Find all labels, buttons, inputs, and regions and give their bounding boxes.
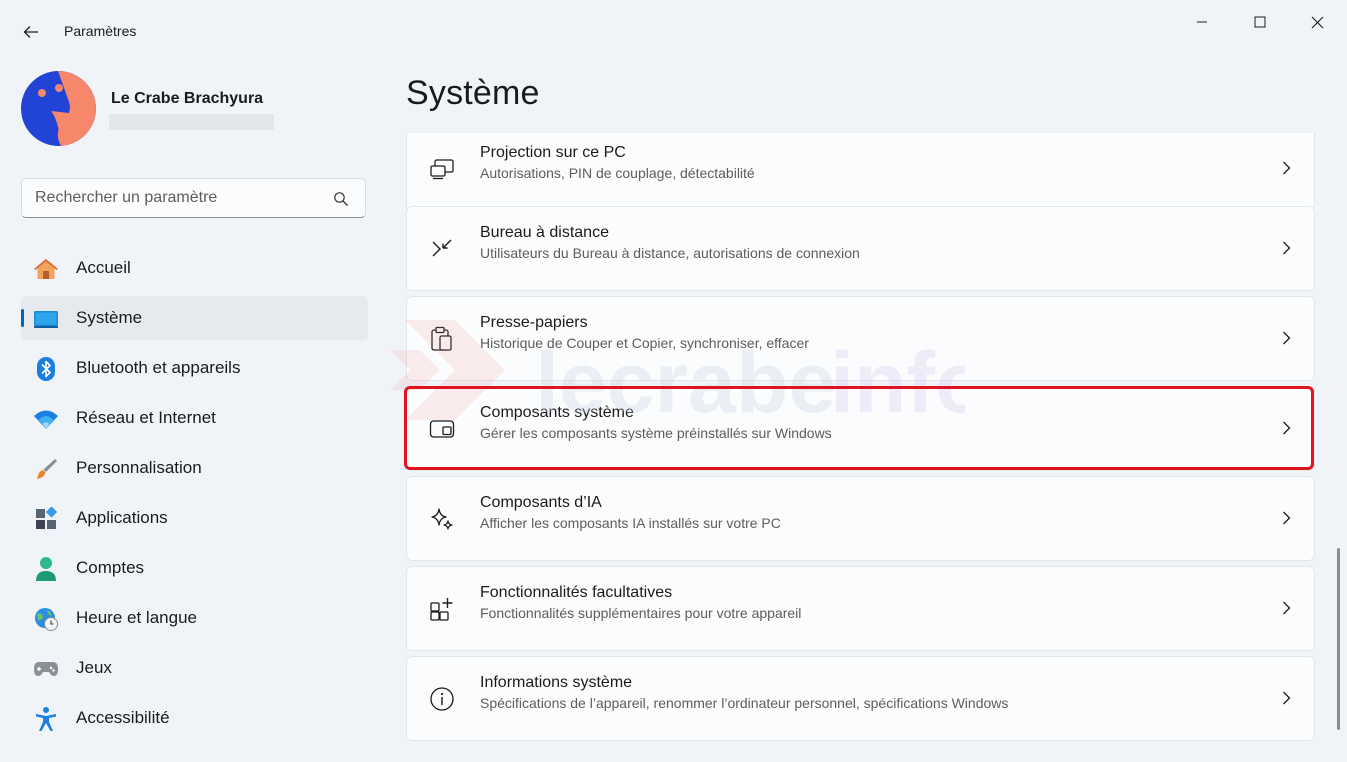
settings-card-informations-systeme[interactable]: Informations système Spécifications de l… <box>406 656 1315 741</box>
sidebar-item-heure-langue[interactable]: Heure et langue <box>21 596 368 640</box>
settings-list: Projection sur ce PC Autorisations, PIN … <box>406 133 1315 762</box>
sidebar-item-applications[interactable]: Applications <box>21 496 368 540</box>
settings-card-fonctionnalites-facultatives[interactable]: Fonctionnalités facultatives Fonctionnal… <box>406 566 1315 651</box>
sidebar-item-label: Bluetooth et appareils <box>76 358 241 377</box>
projection-icon <box>427 154 457 184</box>
back-button[interactable] <box>16 18 46 46</box>
card-description: Utilisateurs du Bureau à distance, autor… <box>480 245 860 261</box>
sidebar-item-label: Applications <box>76 508 168 527</box>
sidebar-item-label: Accueil <box>76 258 131 277</box>
system-components-icon <box>427 414 457 444</box>
card-description: Autorisations, PIN de couplage, détectab… <box>480 165 755 181</box>
close-icon <box>1311 16 1323 28</box>
card-description: Gérer les composants système préinstallé… <box>480 425 832 441</box>
search-box[interactable] <box>21 178 366 218</box>
maximize-icon <box>1254 16 1266 28</box>
search-input[interactable] <box>35 179 325 217</box>
crab-avatar-icon <box>21 71 96 146</box>
card-title: Fonctionnalités facultatives <box>480 584 673 601</box>
chevron-right-icon <box>1283 241 1291 255</box>
card-description: Afficher les composants IA installés sur… <box>480 515 781 531</box>
globe-clock-icon <box>33 606 59 632</box>
info-icon <box>427 684 457 714</box>
sidebar-item-label: Réseau et Internet <box>76 408 216 427</box>
chevron-right-icon <box>1283 421 1291 435</box>
page-title: Système <box>406 74 540 112</box>
remote-desktop-icon <box>427 234 457 264</box>
card-title: Informations système <box>480 674 633 691</box>
gamepad-icon <box>33 656 59 682</box>
sparkle-icon <box>427 504 457 534</box>
back-arrow-icon <box>23 26 38 38</box>
sidebar-item-label: Comptes <box>76 558 145 577</box>
sidebar-item-systeme[interactable]: Système <box>21 296 368 340</box>
sidebar-item-accueil[interactable]: Accueil <box>21 246 368 290</box>
minimize-icon <box>1197 21 1207 23</box>
card-title: Presse-papiers <box>480 314 588 331</box>
sidebar-item-label: Jeux <box>76 658 112 677</box>
accessibility-icon <box>33 706 59 732</box>
chevron-right-icon <box>1283 511 1291 525</box>
window-title: Paramètres <box>64 23 137 39</box>
card-description: Historique de Couper et Copier, synchron… <box>480 335 809 351</box>
sidebar-item-jeux[interactable]: Jeux <box>21 646 368 690</box>
sidebar-item-label: Personnalisation <box>76 458 202 477</box>
settings-card-composants-ia[interactable]: Composants d’IA Afficher les composants … <box>406 476 1315 561</box>
card-title: Composants système <box>480 404 634 421</box>
search-icon[interactable] <box>333 191 349 207</box>
sidebar-item-personnalisation[interactable]: Personnalisation <box>21 446 368 490</box>
card-title: Projection sur ce PC <box>480 144 626 161</box>
system-display-icon <box>33 306 59 332</box>
settings-card-projection[interactable]: Projection sur ce PC Autorisations, PIN … <box>406 133 1315 211</box>
minimize-button[interactable] <box>1179 10 1225 34</box>
card-title: Composants d’IA <box>480 494 602 511</box>
wifi-icon <box>33 406 59 432</box>
clipboard-icon <box>427 324 457 354</box>
home-icon <box>33 256 59 282</box>
card-description: Fonctionnalités supplémentaires pour vot… <box>480 605 802 621</box>
chevron-right-icon <box>1283 331 1291 345</box>
sidebar-item-label: Système <box>76 308 143 327</box>
sidebar-item-comptes[interactable]: Comptes <box>21 546 368 590</box>
card-description: Spécifications de l’appareil, renommer l… <box>480 695 1009 711</box>
sidebar-item-label: Accessibilité <box>76 708 170 727</box>
sidebar-item-label: Heure et langue <box>76 608 197 627</box>
sidebar-item-accessibilite[interactable]: Accessibilité <box>21 696 368 740</box>
settings-card-bureau-distance[interactable]: Bureau à distance Utilisateurs du Bureau… <box>406 206 1315 291</box>
paintbrush-icon <box>33 456 59 482</box>
sidebar-item-bluetooth[interactable]: Bluetooth et appareils <box>21 346 368 390</box>
title-bar: Paramètres <box>0 0 1347 62</box>
settings-card-composants-systeme[interactable]: Composants système Gérer les composants … <box>406 386 1315 471</box>
user-name: Le Crabe Brachyura <box>111 90 264 107</box>
scrollbar[interactable] <box>1337 548 1340 730</box>
close-button[interactable] <box>1294 10 1340 34</box>
sidebar-nav: Accueil Système Bluetooth et appareils R… <box>21 246 368 746</box>
user-email-redacted <box>109 114 274 130</box>
chevron-right-icon <box>1283 601 1291 615</box>
settings-card-presse-papiers[interactable]: Presse-papiers Historique de Couper et C… <box>406 296 1315 381</box>
chevron-right-icon <box>1283 161 1291 175</box>
sidebar-item-reseau[interactable]: Réseau et Internet <box>21 396 368 440</box>
bluetooth-icon <box>33 356 59 382</box>
account-icon <box>33 556 59 582</box>
add-apps-icon <box>427 594 457 624</box>
chevron-right-icon <box>1283 691 1291 705</box>
apps-icon <box>33 506 59 532</box>
maximize-button[interactable] <box>1237 10 1283 34</box>
card-title: Bureau à distance <box>480 224 609 241</box>
avatar[interactable] <box>21 71 96 146</box>
